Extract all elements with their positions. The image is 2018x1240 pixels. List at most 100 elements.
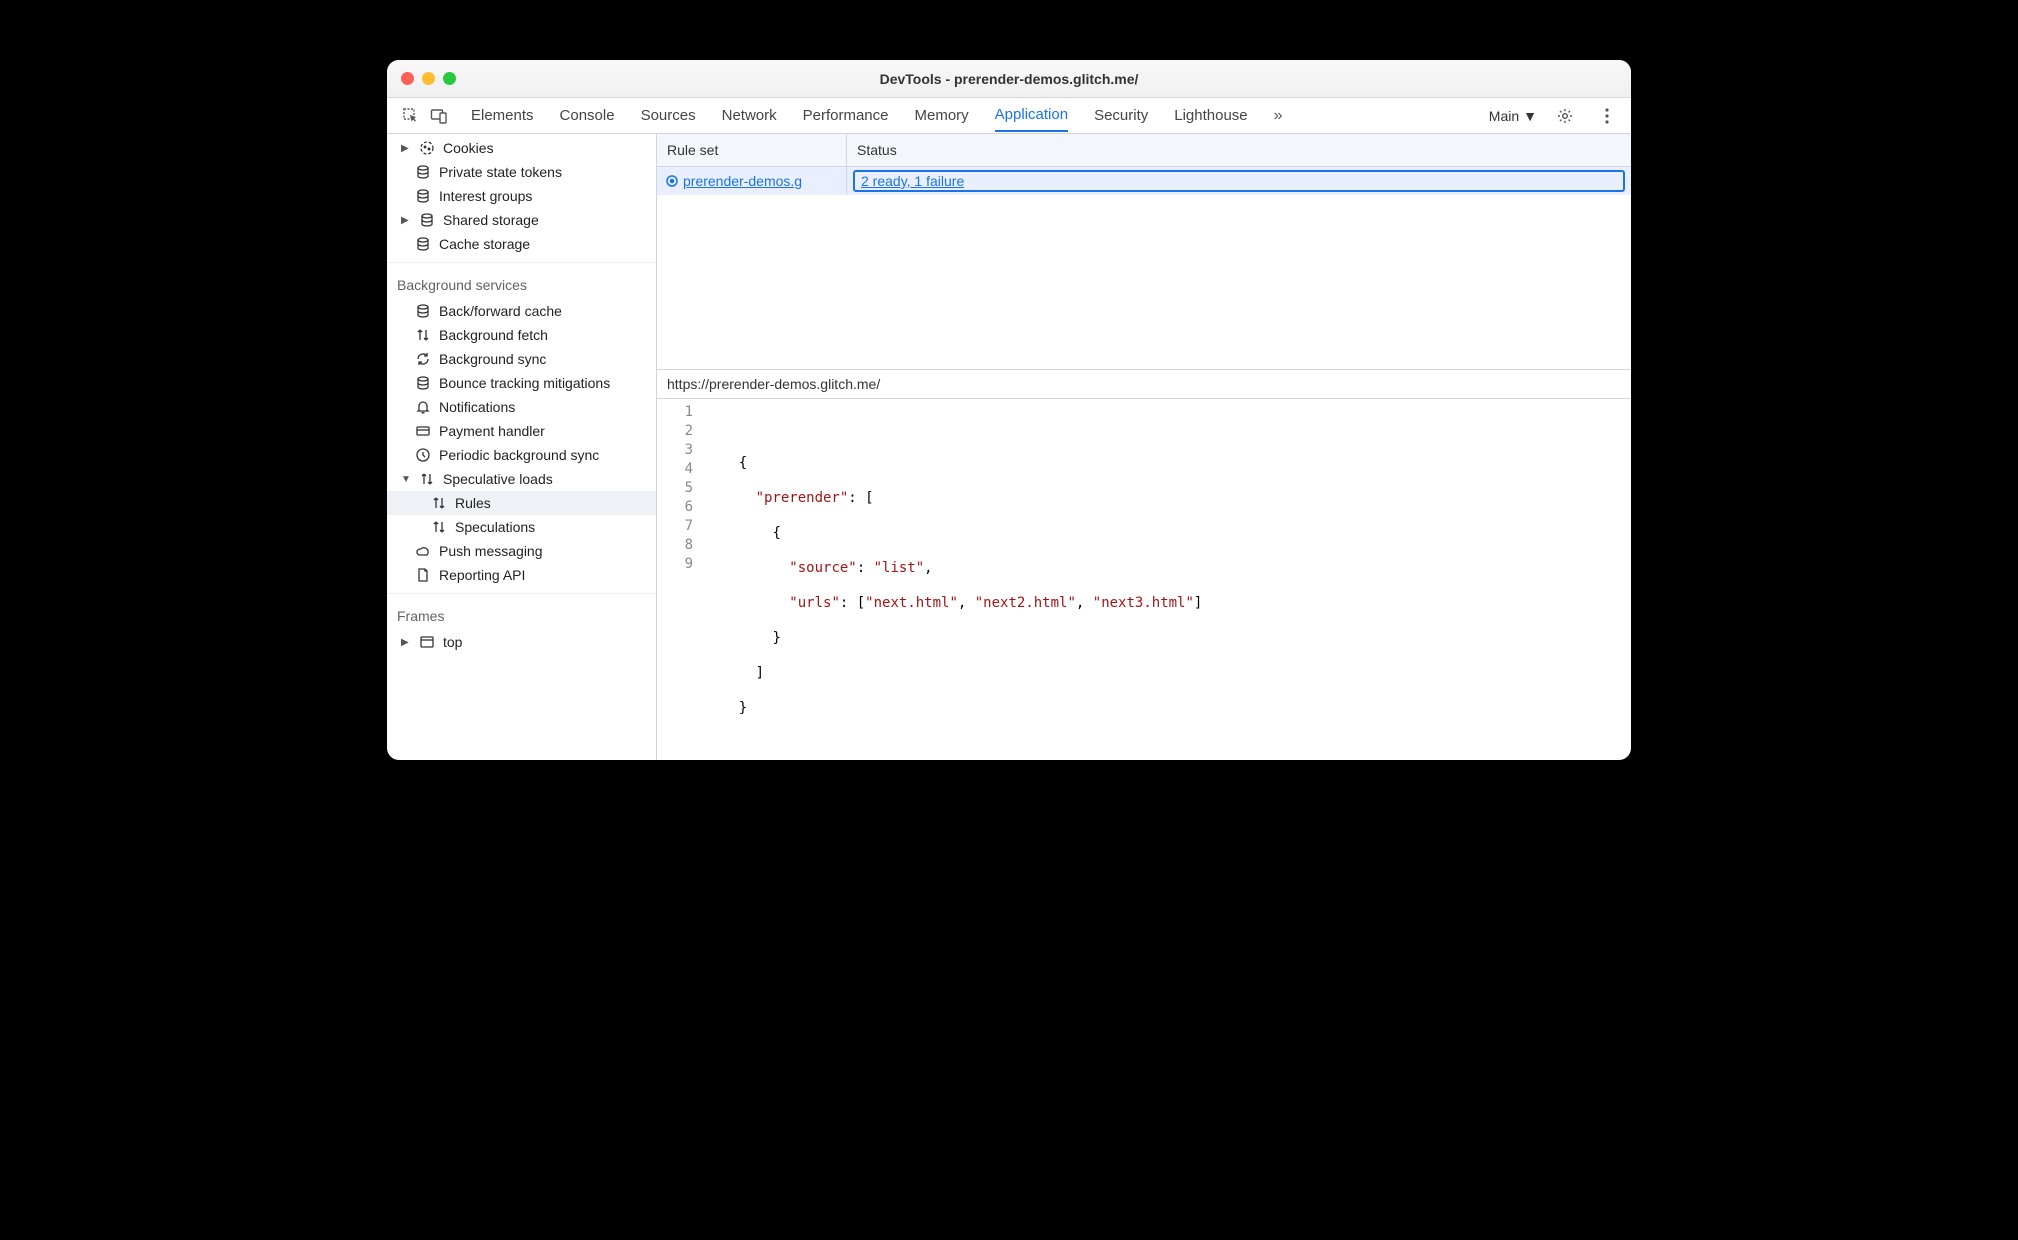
sidebar-item-label: Background fetch bbox=[439, 327, 548, 343]
document-icon bbox=[415, 567, 431, 583]
code-viewer: 1 2 3 4 5 6 7 8 9 { "prerender": [ { "so… bbox=[657, 399, 1631, 760]
caret-right-icon: ▶ bbox=[401, 637, 411, 648]
minimize-icon[interactable] bbox=[422, 72, 435, 85]
arrows-up-down-icon bbox=[415, 327, 431, 343]
code-lines[interactable]: { "prerender": [ { "source": "list", "ur… bbox=[705, 403, 1202, 750]
close-icon[interactable] bbox=[401, 72, 414, 85]
column-header-status[interactable]: Status bbox=[847, 134, 1631, 166]
detail-url: https://prerender-demos.glitch.me/ bbox=[657, 369, 1631, 399]
frame-selector[interactable]: Main ▼ bbox=[1489, 108, 1537, 124]
bell-icon bbox=[415, 399, 431, 415]
tab-network[interactable]: Network bbox=[722, 100, 777, 131]
database-icon bbox=[419, 212, 435, 228]
sidebar-item-label: Payment handler bbox=[439, 423, 545, 439]
tab-console[interactable]: Console bbox=[560, 100, 615, 131]
arrows-up-down-icon bbox=[431, 519, 447, 535]
caret-right-icon: ▶ bbox=[401, 215, 411, 226]
code-gutter: 1 2 3 4 5 6 7 8 9 bbox=[657, 403, 705, 750]
caret-right-icon: ▶ bbox=[401, 143, 411, 154]
sidebar-item-background-sync[interactable]: Background sync bbox=[387, 347, 656, 371]
target-icon bbox=[665, 174, 679, 188]
sidebar-item-label: Shared storage bbox=[443, 212, 539, 228]
devtools-window: DevTools - prerender-demos.glitch.me/ El… bbox=[387, 60, 1631, 760]
cell-status: 2 ready, 1 failure bbox=[847, 167, 1631, 195]
sidebar-item-label: Cookies bbox=[443, 140, 494, 156]
sidebar-item-label: top bbox=[443, 634, 462, 650]
toolbar: Elements Console Sources Network Perform… bbox=[387, 98, 1631, 134]
sidebar-item-frames-top[interactable]: ▶ top bbox=[387, 630, 656, 654]
sidebar-item-label: Notifications bbox=[439, 399, 515, 415]
more-tabs-icon[interactable]: » bbox=[1274, 107, 1283, 125]
sidebar-item-reporting-api[interactable]: Reporting API bbox=[387, 563, 656, 587]
sidebar-item-private-state-tokens[interactable]: Private state tokens bbox=[387, 160, 656, 184]
tab-sources[interactable]: Sources bbox=[641, 100, 696, 131]
sidebar-item-label: Cache storage bbox=[439, 236, 530, 252]
database-icon bbox=[415, 375, 431, 391]
inspect-icon[interactable] bbox=[397, 102, 425, 130]
traffic-lights bbox=[387, 72, 456, 85]
zoom-icon[interactable] bbox=[443, 72, 456, 85]
sidebar-item-background-fetch[interactable]: Background fetch bbox=[387, 323, 656, 347]
tab-security[interactable]: Security bbox=[1094, 100, 1148, 131]
database-icon bbox=[415, 303, 431, 319]
sidebar-item-payment-handler[interactable]: Payment handler bbox=[387, 419, 656, 443]
sidebar-item-push-messaging[interactable]: Push messaging bbox=[387, 539, 656, 563]
sidebar-item-speculative-loads[interactable]: ▼ Speculative loads bbox=[387, 467, 656, 491]
device-toolbar-icon[interactable] bbox=[425, 102, 453, 130]
sidebar-item-label: Background sync bbox=[439, 351, 546, 367]
grid-header: Rule set Status bbox=[657, 134, 1631, 167]
sidebar-item-shared-storage[interactable]: ▶ Shared storage bbox=[387, 208, 656, 232]
arrows-up-down-icon bbox=[431, 495, 447, 511]
status-link[interactable]: 2 ready, 1 failure bbox=[853, 170, 1625, 192]
sidebar-item-rules[interactable]: Rules bbox=[387, 491, 656, 515]
arrows-up-down-icon bbox=[419, 471, 435, 487]
sidebar-item-label: Speculations bbox=[455, 519, 535, 535]
sidebar-section-bg-services: Background services bbox=[387, 269, 656, 299]
tab-performance[interactable]: Performance bbox=[803, 100, 889, 131]
table-row[interactable]: prerender-demos.g 2 ready, 1 failure bbox=[657, 167, 1631, 195]
panel-tabs: Elements Console Sources Network Perform… bbox=[471, 99, 1283, 132]
sidebar-item-label: Back/forward cache bbox=[439, 303, 562, 319]
main-panel: Rule set Status prerender-demos.g 2 read… bbox=[657, 134, 1631, 760]
gear-icon[interactable] bbox=[1551, 102, 1579, 130]
tab-application[interactable]: Application bbox=[995, 99, 1068, 132]
sidebar-item-label: Bounce tracking mitigations bbox=[439, 375, 610, 391]
cell-ruleset[interactable]: prerender-demos.g bbox=[657, 167, 847, 195]
database-icon bbox=[415, 164, 431, 180]
sidebar-item-periodic-bg-sync[interactable]: Periodic background sync bbox=[387, 443, 656, 467]
sidebar: ▶ Cookies Private state tokens Interest … bbox=[387, 134, 657, 760]
caret-down-icon: ▼ bbox=[401, 474, 411, 485]
window-icon bbox=[419, 634, 435, 650]
sidebar-item-interest-groups[interactable]: Interest groups bbox=[387, 184, 656, 208]
database-icon bbox=[415, 188, 431, 204]
sidebar-item-label: Speculative loads bbox=[443, 471, 553, 487]
window-title: DevTools - prerender-demos.glitch.me/ bbox=[387, 71, 1631, 87]
clock-icon bbox=[415, 447, 431, 463]
sidebar-item-label: Private state tokens bbox=[439, 164, 562, 180]
column-header-ruleset[interactable]: Rule set bbox=[657, 134, 847, 166]
ruleset-link[interactable]: prerender-demos.g bbox=[683, 173, 802, 189]
sidebar-item-back-forward-cache[interactable]: Back/forward cache bbox=[387, 299, 656, 323]
sidebar-item-label: Reporting API bbox=[439, 567, 525, 583]
sidebar-item-label: Push messaging bbox=[439, 543, 543, 559]
sidebar-item-cache-storage[interactable]: Cache storage bbox=[387, 232, 656, 256]
more-icon[interactable] bbox=[1593, 102, 1621, 130]
sidebar-item-label: Periodic background sync bbox=[439, 447, 599, 463]
sidebar-item-cookies[interactable]: ▶ Cookies bbox=[387, 136, 656, 160]
frame-selector-label: Main bbox=[1489, 108, 1519, 124]
chevron-down-icon: ▼ bbox=[1523, 108, 1537, 124]
cookie-icon bbox=[419, 140, 435, 156]
cloud-icon bbox=[415, 543, 431, 559]
sidebar-item-speculations[interactable]: Speculations bbox=[387, 515, 656, 539]
tab-lighthouse[interactable]: Lighthouse bbox=[1174, 100, 1247, 131]
sidebar-item-label: Rules bbox=[455, 495, 491, 511]
credit-card-icon bbox=[415, 423, 431, 439]
sidebar-item-bounce-tracking[interactable]: Bounce tracking mitigations bbox=[387, 371, 656, 395]
tab-memory[interactable]: Memory bbox=[915, 100, 969, 131]
sidebar-item-label: Interest groups bbox=[439, 188, 532, 204]
tab-elements[interactable]: Elements bbox=[471, 100, 534, 131]
grid-empty-area bbox=[657, 195, 1631, 369]
sync-icon bbox=[415, 351, 431, 367]
sidebar-section-frames: Frames bbox=[387, 600, 656, 630]
sidebar-item-notifications[interactable]: Notifications bbox=[387, 395, 656, 419]
